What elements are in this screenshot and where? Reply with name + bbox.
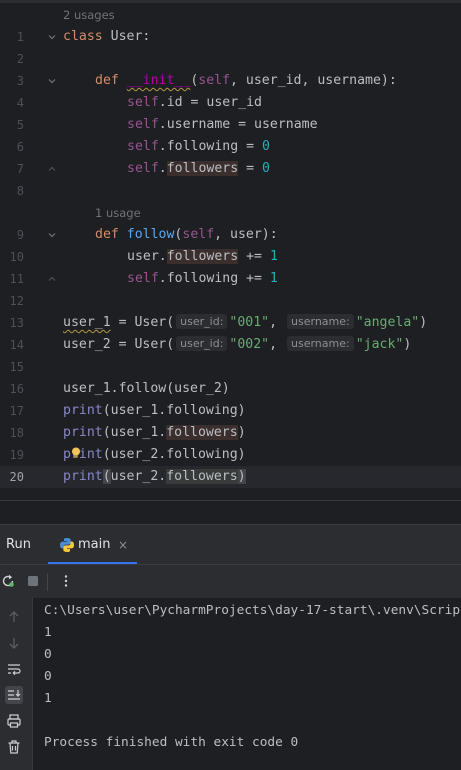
fold-end-icon[interactable]	[48, 165, 56, 173]
code-line-17[interactable]: 17 print(user_1.following)	[0, 400, 461, 422]
code-text: print(user_2.followers)	[63, 469, 246, 484]
line-number: 1	[16, 30, 24, 44]
code-text: print(user_1.following)	[63, 403, 246, 418]
code-line-5[interactable]: 5 self.username = username	[0, 114, 461, 136]
line-number: 19	[9, 448, 24, 462]
arrow-down-icon[interactable]	[5, 634, 23, 652]
run-toolbar	[0, 564, 461, 598]
print-icon[interactable]	[5, 712, 23, 730]
scroll-to-end-icon[interactable]	[5, 686, 23, 704]
param-hint-user-id: user_id:	[176, 336, 228, 351]
line-number: 8	[16, 184, 24, 198]
rerun-icon[interactable]	[0, 573, 16, 589]
python-icon	[59, 537, 75, 553]
toolbar-divider	[47, 573, 48, 591]
line-number: 11	[9, 272, 24, 286]
tab-main-label: main	[78, 537, 111, 552]
line-number: 20	[9, 470, 24, 484]
code-text: user_1.follow(user_2)	[63, 381, 230, 396]
code-text: def __init__(self, user_id, username):	[95, 73, 397, 88]
code-text: self.id = user_id	[127, 95, 262, 110]
fold-chevron-icon[interactable]	[48, 231, 56, 239]
code-line-9[interactable]: 9 def follow(self, user):	[0, 224, 461, 246]
console-line: 0	[44, 647, 52, 662]
line-number: 15	[9, 360, 24, 374]
line-number: 16	[9, 382, 24, 396]
code-text: print(user_2.following)	[63, 447, 246, 462]
param-hint-username: username:	[287, 314, 354, 329]
code-line-7[interactable]: 7 self.followers = 0	[0, 158, 461, 180]
code-line-12[interactable]: 12	[0, 290, 461, 312]
line-number: 12	[9, 294, 24, 308]
line-number: 7	[16, 162, 24, 176]
code-text: print(user_1.followers)	[63, 425, 246, 440]
param-hint-username: username:	[287, 336, 354, 351]
line-number: 6	[16, 140, 24, 154]
code-text: self.following = 0	[127, 139, 270, 154]
code-line-14[interactable]: 14 user_2 = User(user_id: "002", username…	[0, 334, 461, 356]
tab-main[interactable]: main ×	[48, 525, 137, 565]
code-line-16[interactable]: 16 user_1.follow(user_2)	[0, 378, 461, 400]
fold-chevron-icon[interactable]	[48, 33, 56, 41]
line-number: 18	[9, 426, 24, 440]
line-number: 10	[9, 250, 24, 264]
panel-splitter[interactable]	[0, 500, 461, 524]
line-number: 5	[16, 118, 24, 132]
code-line-11[interactable]: 11 self.following += 1	[0, 268, 461, 290]
line-number: 14	[9, 338, 24, 352]
run-panel-title: Run	[6, 537, 31, 552]
usages-hint[interactable]: 2 usages	[63, 4, 115, 26]
console-line: C:\Users\user\PycharmProjects\day-17-sta…	[44, 603, 461, 618]
code-line-10[interactable]: 10 user.followers += 1	[0, 246, 461, 268]
code-line-1[interactable]: 1 class User:	[0, 26, 461, 48]
stop-icon[interactable]	[25, 573, 41, 589]
line-number: 17	[9, 404, 24, 418]
code-text: user_1 = User(user_id: "001", username: "a…	[63, 314, 428, 330]
code-text: user_2 = User(user_id: "002", username: "j…	[63, 336, 412, 352]
code-text: user.followers += 1	[127, 249, 278, 264]
code-text: self.followers = 0	[127, 161, 270, 176]
usage-hint-follow[interactable]: 1 usage	[95, 202, 141, 224]
soft-wrap-icon[interactable]	[5, 660, 23, 678]
lightbulb-icon[interactable]	[71, 444, 81, 458]
editor-top-border	[0, 0, 461, 3]
console-line: 0	[44, 669, 52, 684]
code-text: self.username = username	[127, 117, 318, 132]
code-line-20[interactable]: 20 print(user_2.followers)	[0, 466, 461, 488]
code-line-19[interactable]: 19 print(user_2.following)	[0, 444, 461, 466]
line-number: 9	[16, 228, 24, 242]
code-text: self.following += 1	[127, 271, 278, 286]
code-line-18[interactable]: 18 print(user_1.followers)	[0, 422, 461, 444]
fold-chevron-icon[interactable]	[48, 77, 56, 85]
code-line-6[interactable]: 6 self.following = 0	[0, 136, 461, 158]
code-line-3[interactable]: 3 def __init__(self, user_id, username):	[0, 70, 461, 92]
console-side-toolbar	[0, 598, 33, 770]
code-line-15[interactable]: 15	[0, 356, 461, 378]
console-line: 1	[44, 625, 52, 640]
code-line-2[interactable]: 2	[0, 48, 461, 70]
arrow-up-icon[interactable]	[5, 608, 23, 626]
line-number: 4	[16, 96, 24, 110]
code-text: def follow(self, user):	[95, 227, 278, 242]
code-text: class User:	[63, 29, 151, 44]
line-number: 2	[16, 52, 24, 66]
code-editor[interactable]: 2 usages 1 usage 1 class User: 2 3 def _…	[0, 0, 461, 500]
console-line: Process finished with exit code 0	[44, 735, 299, 750]
code-line-4[interactable]: 4 self.id = user_id	[0, 92, 461, 114]
more-options-icon[interactable]	[58, 573, 74, 589]
code-line-13[interactable]: 13 user_1 = User(user_id: "001", username…	[0, 312, 461, 334]
run-panel-header: Run main ×	[0, 524, 461, 565]
trash-icon[interactable]	[5, 738, 23, 756]
console-line: 1	[44, 691, 52, 706]
line-number: 13	[9, 316, 24, 330]
fold-end-icon[interactable]	[48, 275, 56, 283]
param-hint-user-id: user_id:	[176, 314, 228, 329]
line-number: 3	[16, 74, 24, 88]
close-icon[interactable]: ×	[118, 525, 128, 565]
console-output[interactable]: C:\Users\user\PycharmProjects\day-17-sta…	[33, 598, 461, 770]
code-line-8[interactable]: 8	[0, 180, 461, 202]
